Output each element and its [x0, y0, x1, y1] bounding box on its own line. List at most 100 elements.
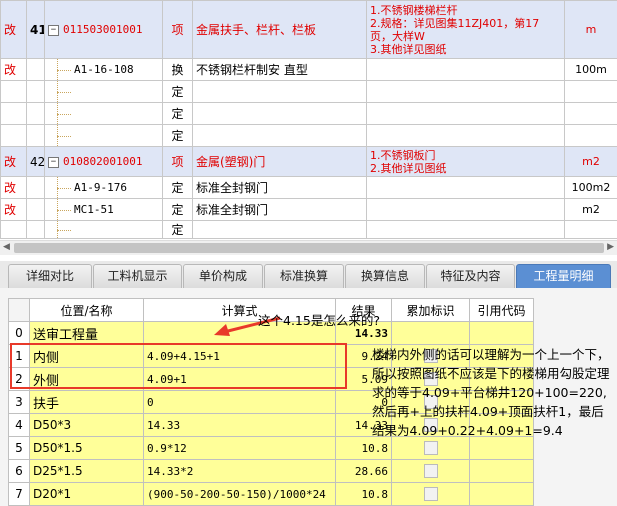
position-name-cell[interactable]: D20*1 [29, 482, 144, 506]
description-line: 1.不锈钢楼梯栏杆 [370, 3, 458, 17]
tab-1[interactable]: 详细对比 [8, 264, 92, 289]
item-unit [564, 80, 617, 103]
row-mark: 改 [0, 198, 27, 221]
reference-code-cell[interactable] [469, 482, 534, 506]
item-name[interactable]: 标准全封钢门 [192, 176, 367, 199]
description-line: 3.其他详见图纸 [370, 42, 447, 56]
item-code[interactable]: −011503001001 [44, 0, 163, 59]
item-unit: 100m2 [564, 176, 617, 199]
formula-cell[interactable]: 0 [143, 390, 336, 414]
column-header[interactable] [8, 298, 30, 322]
row-number: 41 [26, 0, 45, 59]
item-description [366, 102, 565, 125]
position-name-cell[interactable]: 扶手 [29, 390, 144, 414]
tab-2[interactable]: 工料机显示 [93, 264, 182, 289]
bill-row[interactable]: 改 A1-9-176 定标准全封钢门 100m2 [0, 176, 617, 199]
item-code[interactable]: −010802001001 [44, 146, 163, 177]
item-description [366, 198, 565, 221]
row-number [26, 124, 45, 147]
column-header[interactable]: 引用代码 [469, 298, 534, 322]
item-code[interactable]: A1-16-108 [44, 58, 163, 81]
item-type: 项 [162, 0, 193, 59]
tab-3[interactable]: 单价构成 [183, 264, 263, 289]
accumulate-flag-cell[interactable] [391, 482, 470, 506]
position-name-cell[interactable]: 送审工程量 [29, 321, 144, 345]
accumulate-checkbox[interactable] [423, 464, 438, 479]
item-type: 定 [162, 198, 193, 221]
accumulate-flag-cell[interactable] [391, 321, 470, 345]
annotation-question: 这个4.15是怎么来的? [258, 313, 380, 328]
formula-cell[interactable]: 0.9*12 [143, 436, 336, 460]
reference-code-cell[interactable] [469, 459, 534, 483]
item-name[interactable] [192, 220, 367, 239]
scroll-left-arrow-icon[interactable]: ◀ [3, 242, 10, 252]
bill-row[interactable]: 改41−011503001001项金属扶手、栏杆、栏板1.不锈钢楼梯栏杆2.规格… [0, 0, 617, 59]
scroll-right-arrow-icon[interactable]: ▶ [607, 242, 614, 252]
scrollbar-thumb[interactable] [14, 243, 604, 253]
accumulate-checkbox[interactable] [423, 441, 438, 456]
item-description: 1.不锈钢楼梯栏杆 2.规格：详见图集11ZJ401，第17页，大样W 3.其他详见… [366, 0, 565, 59]
item-type: 定 [162, 124, 193, 147]
detail-row[interactable]: 7 D20*1 (900-50-200-50-150)/1000*24 10.8 [8, 482, 534, 506]
item-name[interactable]: 金属扶手、栏杆、栏板 [192, 0, 367, 59]
item-code[interactable]: MC1-51 [44, 198, 163, 221]
reference-code-cell[interactable] [469, 321, 534, 345]
bill-row[interactable]: 定 [0, 124, 617, 147]
bill-row[interactable]: 定 [0, 102, 617, 125]
item-name[interactable]: 不锈钢栏杆制安 直型 [192, 58, 367, 81]
row-mark: 改 [0, 0, 27, 59]
bill-row[interactable]: 定 [0, 80, 617, 103]
tab-4[interactable]: 标准换算 [264, 264, 344, 289]
column-header[interactable]: 累加标识 [391, 298, 470, 322]
bill-row[interactable]: 改 A1-16-108 换不锈钢栏杆制安 直型 100m [0, 58, 617, 81]
item-code-text: 011503001001 [63, 23, 143, 36]
bill-row[interactable]: 改 42−010802001001 项金属(塑钢)门 1.不锈钢板门 2.其他详见图纸 m… [0, 146, 617, 177]
item-name[interactable]: 金属(塑钢)门 [192, 146, 367, 177]
item-description: 1.不锈钢板门 2.其他详见图纸 [366, 146, 565, 177]
tab-6[interactable]: 特征及内容 [426, 264, 515, 289]
position-name-cell[interactable]: D50*1.5 [29, 436, 144, 460]
position-name-cell[interactable]: D50*3 [29, 413, 144, 437]
annotation-comment: 楼梯内外侧的话可以理解为一个上一个下，所以按照图纸不应该是下的楼梯用勾股定理求的… [372, 347, 610, 438]
item-code[interactable] [44, 124, 163, 147]
column-header[interactable]: 位置/名称 [29, 298, 144, 322]
row-mark: 改 [0, 176, 27, 199]
item-unit [564, 102, 617, 125]
tab-5[interactable]: 换算信息 [345, 264, 425, 289]
item-code[interactable] [44, 80, 163, 103]
horizontal-scrollbar[interactable]: ◀ ▶ [0, 240, 617, 255]
tab-7[interactable]: 工程量明细 [516, 264, 611, 289]
item-unit: m [564, 0, 617, 59]
quantity-detail-panel: 位置/名称 计算式 结果 累加标识 引用代码 0 送审工程量 14.33 1 内侧 4.09+4.… [0, 288, 617, 506]
accumulate-checkbox[interactable] [423, 487, 438, 502]
detail-tab-bar: 详细对比 工料机显示 单价构成 标准换算 换算信息 特征及内容 工程量明细 [0, 261, 617, 289]
item-description [366, 176, 565, 199]
item-type: 定 [162, 176, 193, 199]
item-name[interactable]: 标准全封钢门 [192, 198, 367, 221]
formula-cell[interactable]: (900-50-200-50-150)/1000*24 [143, 482, 336, 506]
formula-cell[interactable]: 14.33 [143, 413, 336, 437]
item-type: 换 [162, 58, 193, 81]
collapse-icon[interactable]: − [48, 24, 59, 36]
item-code[interactable] [44, 102, 163, 125]
item-name[interactable] [192, 124, 367, 147]
bill-row[interactable]: 定 [0, 220, 617, 239]
collapse-icon[interactable]: − [48, 156, 59, 168]
formula-cell[interactable]: 14.33*2 [143, 459, 336, 483]
accumulate-flag-cell[interactable] [391, 459, 470, 483]
bill-row[interactable]: 改 MC1-51 定标准全封钢门 m2 [0, 198, 617, 221]
row-mark: 改 [0, 146, 27, 177]
row-number [26, 198, 45, 221]
row-index: 6 [8, 459, 30, 483]
item-code[interactable]: A1-9-176 [44, 176, 163, 199]
item-type: 定 [162, 102, 193, 125]
row-index: 3 [8, 390, 30, 414]
item-name[interactable] [192, 102, 367, 125]
description-line: 2.其他详见图纸 [370, 161, 447, 175]
position-name-cell[interactable]: D25*1.5 [29, 459, 144, 483]
item-unit [564, 124, 617, 147]
item-name[interactable] [192, 80, 367, 103]
detail-row[interactable]: 6 D25*1.5 14.33*2 28.66 [8, 459, 534, 483]
item-code[interactable] [44, 220, 163, 239]
row-number [26, 220, 45, 239]
